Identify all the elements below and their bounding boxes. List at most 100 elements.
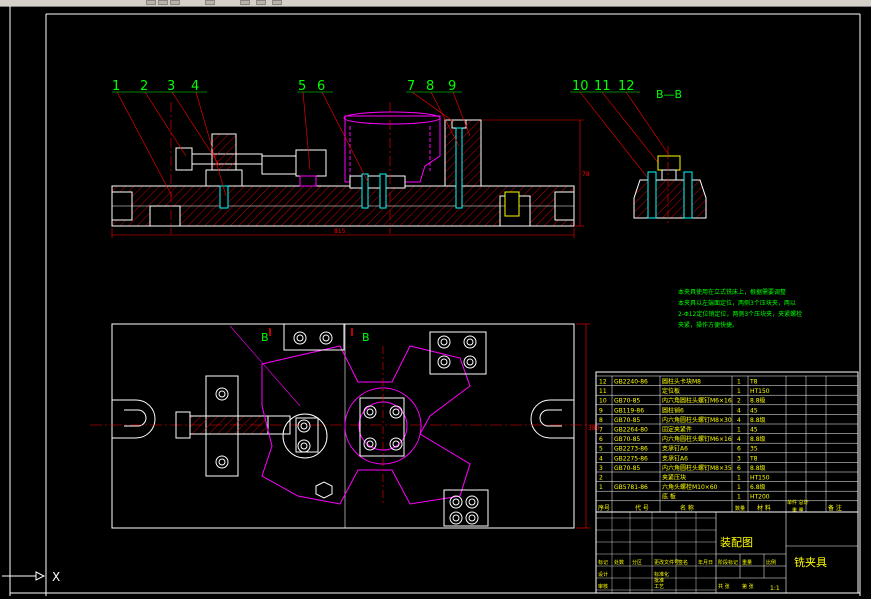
title-block-label: 分区 <box>632 559 642 566</box>
title-block-label: 处数 <box>614 559 624 566</box>
bom-cell-name: 定位板 <box>662 387 680 395</box>
bom-cell-no: 3 <box>599 465 603 472</box>
title-block-label: 标记 <box>598 559 608 566</box>
bolt-socket <box>322 334 330 342</box>
bom-cell-name: 内六角圆柱头螺钉M8×35 <box>662 464 732 472</box>
axis-x-label: X <box>52 570 60 584</box>
bolt-head <box>465 511 479 525</box>
bom-cell-no: 9 <box>599 407 603 414</box>
bom-cell-qty: 1 <box>737 484 741 491</box>
title-block-label: 批准 <box>654 577 664 584</box>
bom-header-material: 材 料 <box>757 504 771 512</box>
bom-cell-qty: 2 <box>737 398 741 405</box>
note-line-4: 夹紧，操作方便快捷。 <box>678 321 738 329</box>
bolt-head <box>437 335 451 349</box>
drawing-name: 装配图 <box>720 536 753 549</box>
bom-cell-mat: T8 <box>749 455 758 462</box>
bolt-socket <box>466 358 474 366</box>
bolt-head <box>389 437 403 451</box>
bom-header-name: 名 称 <box>680 504 694 512</box>
bolt-head <box>363 405 377 419</box>
toolbar-icon-b[interactable] <box>158 0 168 5</box>
bolt-head <box>437 355 451 369</box>
bom-cell-qty: 3 <box>737 455 741 462</box>
title-block-label: 共 张 <box>718 583 730 590</box>
bom-cell-name: 固定夹紧件 <box>662 426 692 434</box>
bom-header-weight: 重 量 <box>792 507 804 514</box>
bom-cell-mat: HT200 <box>750 494 770 501</box>
section-mark-left: B <box>261 331 269 344</box>
bom-header-code: 代 号 <box>635 504 649 512</box>
toolbar-icon-a[interactable] <box>146 0 156 5</box>
title-block-label: 审核 <box>598 583 608 590</box>
bolt-socket <box>300 422 308 430</box>
bom-cell-name: 底 板 <box>662 493 676 501</box>
bill-of-materials: 12 GB2240-86 圆柱头卡块M8 1 T811 定位板 1 HT15010 GB70-8… <box>595 371 859 514</box>
bom-cell-no: 11 <box>599 388 607 395</box>
bom-cell-qty: 1 <box>737 475 741 482</box>
bom-header-no: 序号 <box>598 504 610 512</box>
bom-cell-mat: T8 <box>749 379 758 386</box>
bolt-head <box>293 331 307 345</box>
bom-cell-no: 10 <box>599 398 607 405</box>
title-block-label: 阶段标记 <box>718 559 738 566</box>
part-name: 铣夹具 <box>794 555 827 569</box>
bom-cell-mat: 8.8级 <box>750 397 766 405</box>
bom-cell-name: 支承钉A6 <box>662 445 688 453</box>
bom-cell-mat: 35 <box>750 446 758 453</box>
bom-cell-code: GB2273-86 <box>614 446 648 453</box>
bolt-socket <box>296 334 304 342</box>
bolt-socket <box>440 338 448 346</box>
bolt-head <box>215 455 229 469</box>
bom-cell-code: GB70-85 <box>614 436 640 443</box>
title-block-label: 标准化 <box>654 571 669 578</box>
bolt-socket <box>366 408 374 416</box>
bom-cell-code: GB2275-86 <box>614 455 648 462</box>
dimension-height: 78 <box>582 171 590 178</box>
bom-cell-qty: 6 <box>737 465 741 472</box>
title-block-label: 重量 <box>742 559 752 566</box>
bolt-head <box>297 419 311 433</box>
bolt-socket <box>392 408 400 416</box>
bom-cell-mat: 8.8级 <box>750 435 766 443</box>
toolbar-icon-c[interactable] <box>170 0 180 5</box>
bom-header-qty: 数量 <box>735 505 745 512</box>
bom-cell-name: 内六角圆柱头螺钉M6×16 <box>662 397 732 405</box>
bom-cell-qty: 4 <box>737 436 741 443</box>
section-b-b-view <box>633 146 707 226</box>
bom-cell-mat: 8.8级 <box>750 416 766 424</box>
title-block-label: 年月日 <box>698 559 713 566</box>
bom-cell-no: 7 <box>599 427 603 434</box>
bolt-socket <box>300 442 308 450</box>
bom-cell-qty: 1 <box>737 379 741 386</box>
bom-cell-mat: 6.8级 <box>750 483 766 491</box>
toolbar-icon-e[interactable] <box>240 0 250 5</box>
section-mark-right: B <box>362 331 370 344</box>
bom-cell-code: GB70-85 <box>614 398 640 405</box>
bolt-head <box>215 387 229 401</box>
toolbar-icon-g[interactable] <box>272 0 282 5</box>
title-block: 标记 处数 分区 更改文件号签名 年月日设计 标准化审核 工艺批准 阶段标记 重量 比例共 张 第 … <box>595 511 859 594</box>
note-line-2: 本夹具以左端面定位，两侧3个压块夹，两以 <box>678 299 796 307</box>
section-title: B—B <box>656 88 682 101</box>
bom-cell-mat: HT150 <box>750 388 770 395</box>
bom-cell-name: 内六角圆柱头螺钉M8×30 <box>662 416 732 424</box>
bolt-head <box>297 439 311 453</box>
bolt-head <box>449 495 463 509</box>
bom-cell-name: 内六角圆柱头螺钉M6×16 <box>662 435 732 443</box>
bom-cell-mat: 8.8级 <box>750 464 766 472</box>
bom-cell-code: GB119-86 <box>614 407 644 414</box>
bom-cell-mat: HT150 <box>750 475 770 482</box>
bom-cell-no: 4 <box>599 455 603 462</box>
bom-cell-name: 圆柱头卡块M8 <box>662 378 701 386</box>
cad-drawing-canvas[interactable]: 1 2 3 4 5 6 7 8 9 10 11 12 B—B B B 815 7… <box>0 6 871 599</box>
toolbar-icon-d[interactable] <box>205 0 215 5</box>
toolbar-icon-f[interactable] <box>256 0 266 5</box>
bom-cell-name: 六角头螺栓M10×60 <box>662 483 718 491</box>
bom-cell-code: GB70-85 <box>614 417 640 424</box>
bom-header-remark: 备 注 <box>828 504 842 512</box>
bom-cell-qty: 4 <box>737 407 741 414</box>
title-block-label: 第 张 <box>742 583 754 590</box>
note-line-3: 2-Φ12定位销定位，两侧3个压块夹，夹紧螺栓 <box>678 310 802 318</box>
bolt-socket <box>468 498 476 506</box>
